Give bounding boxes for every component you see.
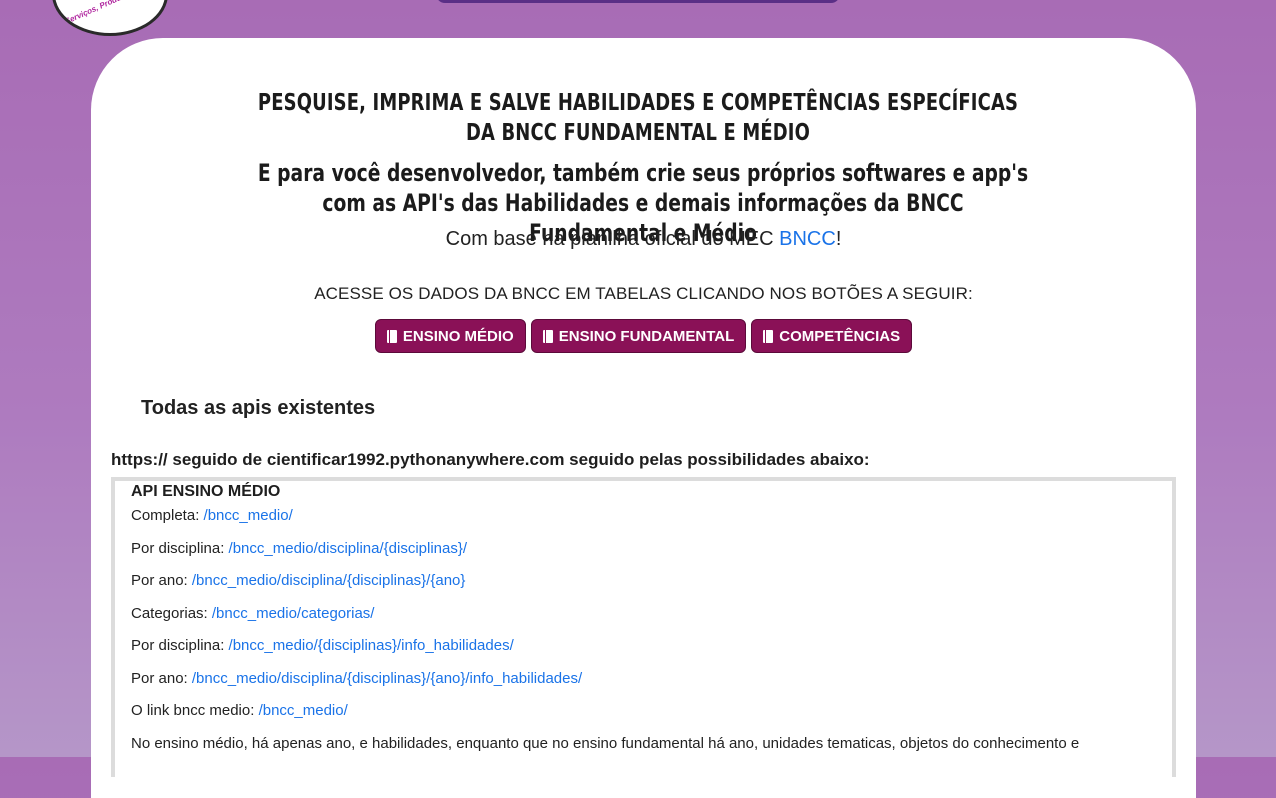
competencias-button[interactable]: COMPETÊNCIAS: [751, 319, 913, 353]
api-row-info-disciplina: Por disciplina: /bncc_medio/{disciplinas…: [131, 637, 514, 654]
api-base-url-text: https:// seguido de cientificar1992.pyth…: [111, 450, 870, 469]
api-row-link[interactable]: /bncc_medio/{disciplinas}/info_habilidad…: [229, 637, 514, 654]
ensino-fundamental-button[interactable]: ENSINO FUNDAMENTAL: [530, 319, 747, 353]
book-icon: [542, 329, 553, 343]
base-text-suffix: !: [835, 228, 842, 250]
base-text-label: Com base na planilha oficial do MEC: [445, 228, 780, 250]
api-row-link-bncc-medio: O link bncc medio: /bncc_medio/: [131, 702, 348, 719]
api-note: No ensino médio, há apenas ano, e habili…: [131, 735, 1080, 752]
book-icon: [386, 329, 397, 343]
apis-section-title: Todas as apis existentes: [141, 397, 376, 419]
api-row-completa: Completa: /bncc_medio/: [131, 507, 293, 524]
api-row-link[interactable]: /bncc_medio/: [204, 507, 293, 524]
api-row-label: Por disciplina:: [131, 637, 229, 654]
api-row-por-ano: Por ano: /bncc_medio/disciplina/{discipl…: [131, 572, 465, 589]
site-logo[interactable]: Serviços, Produtos e Informações: [52, 0, 168, 36]
api-row-label: Por ano:: [131, 572, 192, 589]
book-icon: [763, 329, 774, 343]
header-arc: [436, 0, 840, 3]
table-buttons: ENSINO MÉDIO ENSINO FUNDAMENTAL COMPETÊN…: [91, 319, 1196, 353]
api-row-por-disciplina: Por disciplina: /bncc_medio/disciplina/{…: [131, 540, 467, 557]
base-text: Com base na planilha oficial do MEC BNCC…: [91, 228, 1196, 251]
api-row-label: O link bncc medio:: [131, 702, 259, 719]
api-row-link[interactable]: /bncc_medio/disciplina/{disciplinas}/{an…: [192, 670, 582, 687]
ensino-fundamental-button-label: ENSINO FUNDAMENTAL: [558, 327, 735, 345]
api-row-link[interactable]: /bncc_medio/disciplina/{disciplinas}/: [229, 540, 467, 557]
competencias-button-label: COMPETÊNCIAS: [779, 327, 901, 345]
api-row-label: Categorias:: [131, 605, 212, 622]
bncc-link[interactable]: BNCC: [779, 228, 836, 250]
api-box-title: API ENSINO MÉDIO: [131, 483, 281, 500]
api-row-label: Por disciplina:: [131, 540, 229, 557]
api-row-label: Por ano:: [131, 670, 192, 687]
page-title: PESQUISE, IMPRIMA E SALVE HABILIDADES E …: [257, 90, 1019, 146]
api-row-link[interactable]: /bncc_medio/disciplina/{disciplinas}/{an…: [192, 572, 466, 589]
api-row-info-ano: Por ano: /bncc_medio/disciplina/{discipl…: [131, 670, 582, 687]
logo-text: Serviços, Produtos e Informações: [63, 0, 165, 26]
api-row-link[interactable]: /bncc_medio/categorias/: [212, 605, 375, 622]
api-row-categorias: Categorias: /bncc_medio/categorias/: [131, 605, 374, 622]
access-instructions: ACESSE OS DADOS DA BNCC EM TABELAS CLICA…: [314, 284, 973, 303]
api-row-label: Completa:: [131, 507, 204, 524]
api-row-link[interactable]: /bncc_medio/: [259, 702, 348, 719]
ensino-medio-button[interactable]: ENSINO MÉDIO: [374, 319, 526, 353]
ensino-medio-button-label: ENSINO MÉDIO: [402, 327, 514, 345]
